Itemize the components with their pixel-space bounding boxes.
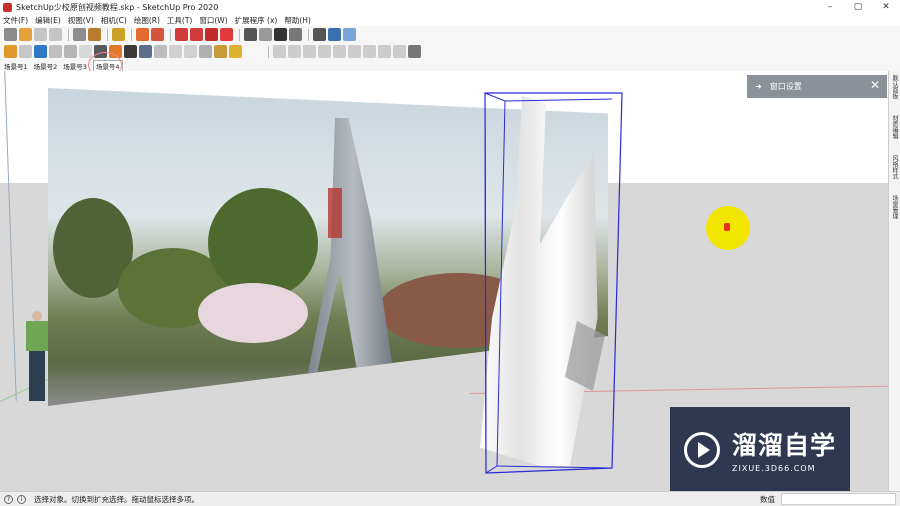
- toolbar-row-1: [0, 26, 900, 43]
- style-xray-icon[interactable]: [363, 45, 376, 58]
- close-icon[interactable]: ✕: [870, 78, 880, 92]
- grid-plugin-icon[interactable]: [139, 45, 152, 58]
- close-button[interactable]: ✕: [872, 0, 900, 14]
- plugin-16-icon[interactable]: [229, 45, 242, 58]
- view-left-icon[interactable]: [348, 45, 361, 58]
- tab-scene-3[interactable]: 场景号3: [63, 61, 87, 71]
- menu-draw[interactable]: 绘图(R): [134, 15, 160, 26]
- arrow-right-icon: ➜: [755, 82, 762, 91]
- menu-bar: 文件(F) 编辑(E) 视图(V) 相机(C) 绘图(R) 工具(T) 窗口(W…: [0, 14, 900, 26]
- grid-tool-icon[interactable]: [151, 28, 164, 41]
- rotate-plugin-icon[interactable]: [19, 45, 32, 58]
- tab-scene-2[interactable]: 场景号2: [34, 61, 58, 71]
- toolbar-row-2: [0, 43, 900, 60]
- view-iso-icon[interactable]: [273, 45, 286, 58]
- title-bar: SketchUp少校原创视频教程.skp - SketchUp Pro 2020: [0, 0, 900, 14]
- menu-view[interactable]: 视图(V): [68, 15, 94, 26]
- style-hidden-icon[interactable]: [393, 45, 406, 58]
- tray-title: 窗口设置: [769, 82, 802, 91]
- sketchup-app-icon: [3, 2, 12, 12]
- minimize-button[interactable]: –: [816, 0, 844, 14]
- tray-tab-styles[interactable]: 风格样式: [890, 155, 899, 179]
- tray-tab-materials[interactable]: 材质编辑: [890, 115, 899, 139]
- plugin-15-icon[interactable]: [214, 45, 227, 58]
- view-top-icon[interactable]: [288, 45, 301, 58]
- cursor-icon: [724, 223, 730, 231]
- menu-tools[interactable]: 工具(T): [167, 15, 192, 26]
- arc-tool-icon[interactable]: [49, 28, 62, 41]
- menu-help[interactable]: 帮助(H): [284, 15, 311, 26]
- save-icon[interactable]: [274, 28, 287, 41]
- menu-edit[interactable]: 编辑(E): [35, 15, 61, 26]
- watermark-url: ZIXUE.3D66.COM: [732, 464, 816, 473]
- style-wireframe-icon[interactable]: [378, 45, 391, 58]
- folder-icon[interactable]: [205, 28, 218, 41]
- plugin-13-icon[interactable]: [184, 45, 197, 58]
- value-input[interactable]: [781, 493, 896, 505]
- menu-file[interactable]: 文件(F): [3, 15, 28, 26]
- plugin-6-icon[interactable]: [79, 45, 92, 58]
- value-label: 数值: [760, 494, 775, 504]
- move-tool-icon[interactable]: [73, 28, 86, 41]
- view-front-icon[interactable]: [303, 45, 316, 58]
- eraser-tool-icon[interactable]: [19, 28, 32, 41]
- component-plugin-icon[interactable]: [4, 45, 17, 58]
- measure-icon[interactable]: [313, 28, 326, 41]
- section-plane-icon[interactable]: [328, 28, 341, 41]
- view-back-icon[interactable]: [333, 45, 346, 58]
- axis-icon[interactable]: [343, 28, 356, 41]
- speaker-icon[interactable]: [154, 45, 167, 58]
- window-title: SketchUp少校原创视频教程.skp - SketchUp Pro 2020: [16, 2, 219, 12]
- link-plugin-icon[interactable]: [49, 45, 62, 58]
- paint-bucket-icon[interactable]: [88, 28, 101, 41]
- component-icon[interactable]: [289, 28, 302, 41]
- watermark-name: 溜溜自学: [732, 431, 837, 460]
- menu-window[interactable]: 窗口(W): [199, 15, 227, 26]
- render-icon[interactable]: [220, 28, 233, 41]
- maximize-button[interactable]: ▢: [844, 0, 872, 14]
- tab-scene-1[interactable]: 场景号1: [4, 61, 28, 71]
- menu-extensions[interactable]: 扩展程序 (x): [235, 15, 278, 26]
- plugin-12-icon[interactable]: [169, 45, 182, 58]
- scene-tabs: 场景号1 场景号2 场景号3 场景号4: [0, 59, 900, 72]
- select-tool-icon[interactable]: [4, 28, 17, 41]
- play-logo-icon: [684, 431, 720, 468]
- plugin-5-icon[interactable]: [64, 45, 77, 58]
- page-icon[interactable]: [259, 28, 272, 41]
- text-tool-icon[interactable]: [244, 28, 257, 41]
- watermark-logo: 溜溜自学 ZIXUE.3D66.COM: [670, 407, 850, 492]
- lock-icon[interactable]: [112, 28, 125, 41]
- info-icon[interactable]: i: [17, 494, 26, 504]
- glasses-icon[interactable]: [175, 28, 188, 41]
- tray-tab-default[interactable]: 默认面板: [890, 75, 899, 99]
- person-figure[interactable]: [22, 311, 52, 405]
- plugin-14-icon[interactable]: [199, 45, 212, 58]
- tray-tab-scenes[interactable]: 场景管理: [890, 195, 899, 219]
- right-tray-tabs: 默认面板 材质编辑 风格样式 场景管理: [888, 71, 900, 491]
- shape-plugin-icon[interactable]: [34, 45, 47, 58]
- window-settings-tray-header[interactable]: ➜ 窗口设置 ✕: [747, 75, 887, 98]
- status-message: 选择对象。切换到扩充选择。拖动鼠标选择多项。: [34, 494, 199, 504]
- gear-tool-icon[interactable]: [136, 28, 149, 41]
- globe-icon[interactable]: [408, 45, 421, 58]
- help-icon[interactable]: ?: [4, 494, 13, 504]
- line-tool-icon[interactable]: [34, 28, 47, 41]
- status-bar: ? i 选择对象。切换到扩充选择。拖动鼠标选择多项。 数值: [0, 491, 900, 506]
- view-right-icon[interactable]: [318, 45, 331, 58]
- settings-icon[interactable]: [190, 28, 203, 41]
- menu-camera[interactable]: 相机(C): [101, 15, 127, 26]
- paint-plugin-icon[interactable]: [124, 45, 137, 58]
